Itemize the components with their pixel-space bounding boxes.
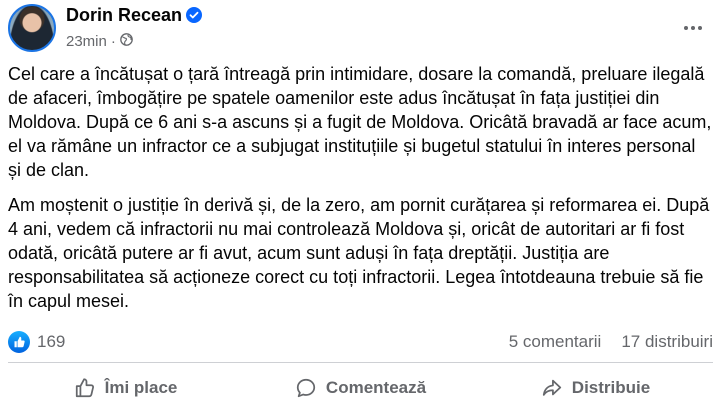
like-label: Îmi place [104, 378, 178, 397]
meta-separator: · [110, 33, 116, 50]
post-timestamp[interactable]: 23min [66, 33, 107, 50]
divider [8, 362, 713, 363]
author-name[interactable]: Dorin Recean [66, 5, 182, 25]
author-name-row: Dorin Recean [66, 5, 203, 28]
share-button[interactable]: Distribuie [478, 366, 713, 410]
globe-icon[interactable] [120, 33, 133, 50]
thumbs-up-icon [74, 377, 96, 399]
comment-button[interactable]: Comentează [243, 366, 478, 410]
share-label: Distribuie [571, 378, 651, 397]
comments-count[interactable]: 5 comentarii [509, 332, 602, 352]
avatar[interactable] [8, 4, 56, 52]
more-options-icon[interactable] [679, 14, 707, 42]
shares-count[interactable]: 17 distribuiri [621, 332, 713, 352]
share-arrow-icon [541, 377, 563, 399]
comment-bubble-icon [295, 377, 317, 399]
reaction-count[interactable]: 169 [37, 332, 65, 352]
like-reaction-icon[interactable] [8, 331, 30, 353]
post-paragraph-1: Cel care a încătușat o țară întreagă pri… [8, 64, 712, 180]
verified-badge-icon [186, 7, 203, 28]
post-stats: 169 5 comentarii 17 distribuiri [8, 330, 713, 354]
post-body: Cel care a încătușat o țară întreagă pri… [8, 62, 713, 324]
post-paragraph-2: Am moștenit o justiție în derivă și, de … [8, 195, 710, 311]
post-actions: Îmi place Comentează Distribuie [8, 366, 713, 410]
comment-label: Comentează [325, 378, 427, 397]
like-button[interactable]: Îmi place [8, 366, 243, 410]
post-meta: 23min · [66, 33, 133, 50]
post-header: Dorin Recean 23min · [8, 4, 711, 56]
